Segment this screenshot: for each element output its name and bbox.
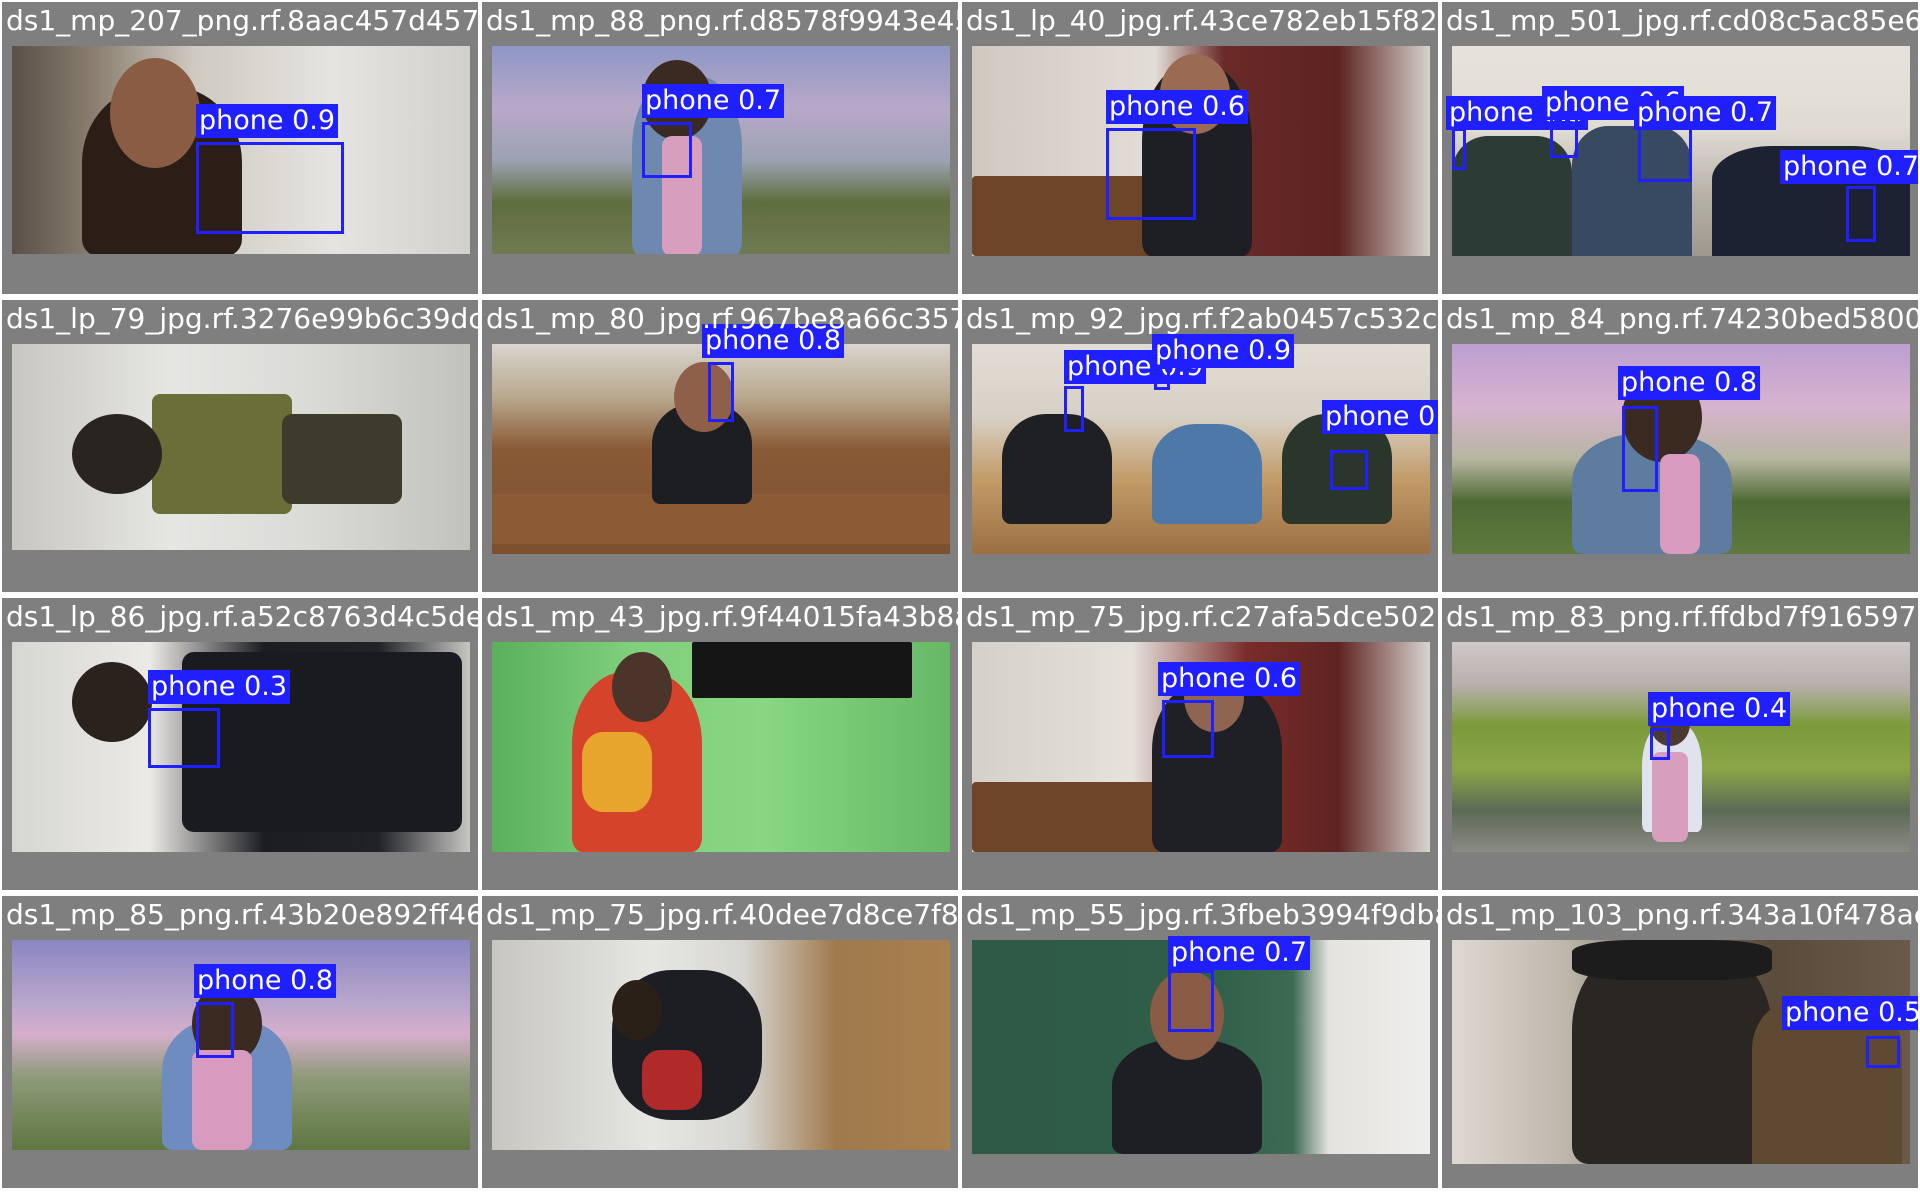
detection-label: phone 0.8 — [1322, 400, 1438, 434]
detection-label: phone 0.3 — [148, 670, 291, 704]
tile-filename: ds1_mp_103_png.rf.343a10f478ac — [1446, 898, 1918, 931]
tile-image — [12, 344, 470, 550]
scene-shape — [612, 980, 662, 1040]
detection-box — [1162, 700, 1214, 758]
detection-label: phone 0.8 — [1618, 366, 1761, 400]
detection-mosaic: ds1_mp_207_png.rf.8aac457d457b phone 0.9 d… — [0, 0, 1920, 1192]
tile-image — [492, 46, 950, 254]
detection-label: phone 0.7 — [1780, 150, 1918, 184]
detection-label: phone 0.7 — [642, 84, 785, 118]
detection-box — [1846, 186, 1876, 242]
detection-box — [196, 142, 344, 234]
tile-filename: ds1_lp_86_jpg.rf.a52c8763d4c5de — [6, 600, 478, 633]
tile-image — [1452, 642, 1910, 852]
detection-box — [708, 362, 734, 422]
detection-box — [642, 122, 692, 178]
tile: ds1_mp_75_jpg.rf.c27afa5dce502bphone 0.6 — [962, 598, 1438, 890]
scene-shape — [152, 394, 292, 514]
tile: ds1_mp_88_png.rf.d8578f9943e45f4phone 0.… — [482, 2, 958, 294]
detection-label: phone 0.9 — [1152, 334, 1295, 368]
tile-filename: ds1_mp_84_png.rf.74230bed5800 — [1446, 302, 1918, 335]
detection-label: phone 0.4 — [1648, 692, 1791, 726]
detection-box — [1550, 114, 1578, 158]
tile: ds1_lp_79_jpg.rf.3276e99b6c39dc — [2, 300, 478, 592]
detection-label: phone 0.6 — [1158, 662, 1301, 696]
tile: ds1_mp_83_png.rf.ffdbd7f916597aphone 0.4 — [1442, 598, 1918, 890]
tile-filename: ds1_mp_75_jpg.rf.c27afa5dce502b — [966, 600, 1438, 633]
detection-label: phone 0.5 — [1782, 996, 1918, 1030]
tile: ds1_mp_501_jpg.rf.cd08c5ac85e69 phone 0.5… — [1442, 2, 1918, 294]
scene-shape — [72, 414, 162, 494]
tile-image — [492, 642, 950, 852]
tile-image — [492, 940, 950, 1150]
detection-box — [1154, 366, 1170, 390]
tile-image — [1452, 940, 1910, 1164]
scene-shape — [582, 732, 652, 812]
tile-filename: ds1_lp_79_jpg.rf.3276e99b6c39dc — [6, 302, 478, 335]
scene-shape — [282, 414, 402, 504]
scene-shape — [72, 662, 152, 742]
scene-shape — [642, 1050, 702, 1110]
tile-filename: ds1_mp_80_jpg.rf.967be8a66c357e — [486, 302, 958, 335]
detection-box — [1452, 128, 1466, 170]
scene-shape — [972, 782, 1172, 852]
tile: ds1_mp_92_jpg.rf.f2ab0457c532ce phone 0.9… — [962, 300, 1438, 592]
detection-box — [1168, 970, 1214, 1032]
detection-label: phone 0.9 — [196, 104, 339, 138]
scene-shape — [1152, 424, 1262, 524]
tile: ds1_mp_75_jpg.rf.40dee7d8ce7f8a — [482, 896, 958, 1188]
detection-box — [1866, 1036, 1900, 1068]
detection-label: phone 0.6 — [1106, 90, 1249, 124]
detection-box — [1330, 450, 1368, 490]
tile-filename: ds1_mp_92_jpg.rf.f2ab0457c532ce — [966, 302, 1438, 335]
tile: ds1_mp_103_png.rf.343a10f478acphone 0.5 — [1442, 896, 1918, 1188]
detection-box — [1106, 128, 1196, 220]
detection-label: phone 0.7 — [1168, 936, 1311, 970]
tile-filename: ds1_mp_83_png.rf.ffdbd7f916597a — [1446, 600, 1918, 633]
detection-box — [1650, 728, 1670, 760]
scene-shape — [692, 642, 912, 698]
scene-shape — [192, 1050, 252, 1150]
detection-box — [196, 1002, 234, 1058]
detection-label: phone 0.8 — [194, 964, 337, 998]
tile-filename: ds1_mp_43_jpg.rf.9f44015fa43b8a2 — [486, 600, 958, 633]
tile-image — [972, 46, 1430, 256]
tile-filename: ds1_mp_75_jpg.rf.40dee7d8ce7f8a — [486, 898, 958, 931]
scene-shape — [1652, 752, 1688, 842]
tile-filename: ds1_lp_40_jpg.rf.43ce782eb15f82cd — [966, 4, 1438, 37]
tile: ds1_mp_43_jpg.rf.9f44015fa43b8a2 — [482, 598, 958, 890]
tile-filename: ds1_mp_207_png.rf.8aac457d457b — [6, 4, 478, 37]
tile-filename: ds1_mp_85_png.rf.43b20e892ff46 — [6, 898, 478, 931]
tile: ds1_lp_86_jpg.rf.a52c8763d4c5dephone 0.3 — [2, 598, 478, 890]
scene-shape — [110, 58, 200, 168]
tile: ds1_mp_207_png.rf.8aac457d457bphone 0.9 — [2, 2, 478, 294]
tile: ds1_mp_80_jpg.rf.967be8a66c357e phone 0.8 — [482, 300, 958, 592]
tile-filename: ds1_mp_501_jpg.rf.cd08c5ac85e69 — [1446, 4, 1918, 37]
tile-filename: ds1_mp_55_jpg.rf.3fbeb3994f9dba — [966, 898, 1438, 931]
scene-shape — [1572, 940, 1772, 980]
detection-box — [1064, 386, 1084, 432]
tile-filename: ds1_mp_88_png.rf.d8578f9943e45f4 — [486, 4, 958, 37]
tile: ds1_mp_84_png.rf.74230bed5800phone 0.8 — [1442, 300, 1918, 592]
tile: ds1_mp_55_jpg.rf.3fbeb3994f9dbaphone 0.7 — [962, 896, 1438, 1188]
detection-box — [1622, 406, 1658, 492]
tile: ds1_mp_85_png.rf.43b20e892ff46phone 0.8 — [2, 896, 478, 1188]
scene-shape — [612, 652, 672, 722]
scene-shape — [1002, 414, 1112, 524]
tile: ds1_lp_40_jpg.rf.43ce782eb15f82cdphone 0… — [962, 2, 1438, 294]
detection-box — [148, 708, 220, 768]
detection-label: phone 0.7 — [1634, 96, 1777, 130]
scene-shape — [1660, 454, 1700, 554]
